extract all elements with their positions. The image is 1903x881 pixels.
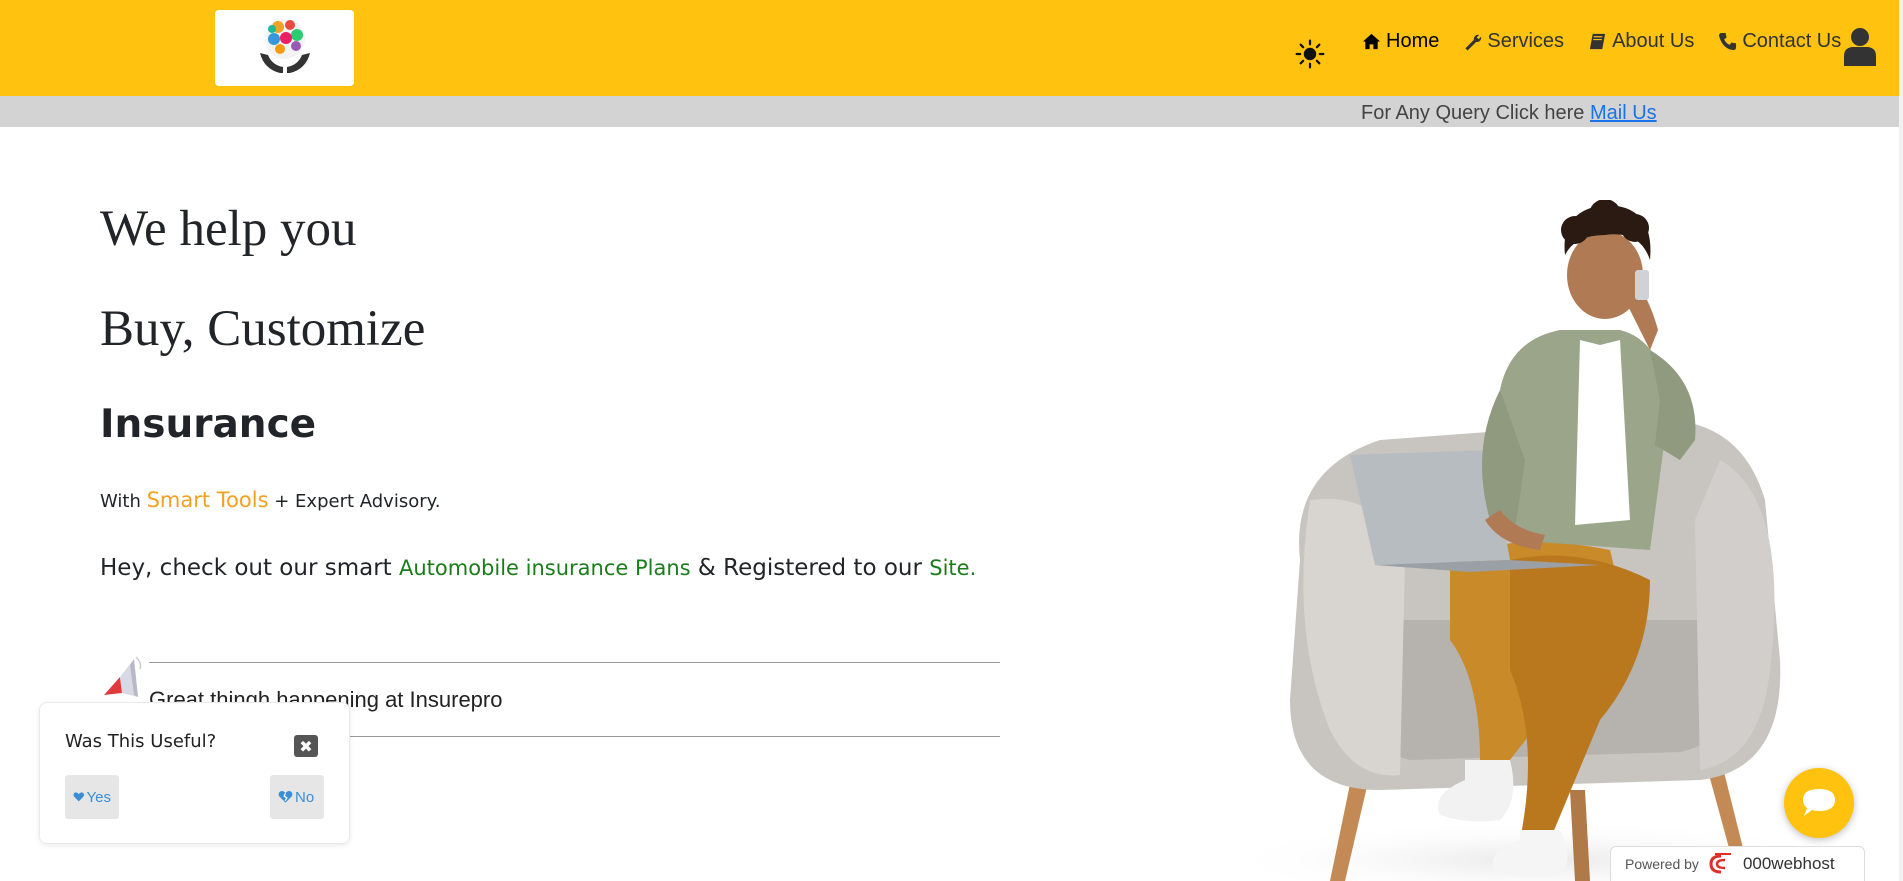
hero-heading-line2: Buy, Customize xyxy=(100,301,426,357)
promo-mid: & Registered to our xyxy=(690,555,930,581)
site-logo[interactable] xyxy=(215,10,354,86)
nav-contact[interactable]: Contact Us xyxy=(1718,30,1841,53)
megaphone-icon xyxy=(104,656,142,697)
main-nav: Home Services About Us Contact Us xyxy=(1362,30,1841,53)
hero-tagline: With Smart Tools + Expert Advisory. xyxy=(100,488,440,512)
tagline-pre: With xyxy=(100,491,147,512)
feedback-no-button[interactable]: No xyxy=(270,775,324,819)
sun-icon xyxy=(1295,39,1325,69)
nav-about[interactable]: About Us xyxy=(1588,30,1694,53)
broken-heart-icon xyxy=(278,790,293,803)
user-icon[interactable] xyxy=(1843,26,1877,66)
theme-toggle-button[interactable] xyxy=(1292,36,1328,72)
automobile-plans-link[interactable]: Automobile insurance Plans xyxy=(399,556,691,580)
nav-home[interactable]: Home xyxy=(1362,30,1439,53)
hero-illustration xyxy=(1210,200,1870,881)
query-text: For Any Query Click here Mail Us xyxy=(1361,102,1657,125)
nav-about-label: About Us xyxy=(1612,30,1695,52)
nav-services[interactable]: Services xyxy=(1463,30,1564,53)
nav-services-label: Services xyxy=(1487,30,1565,52)
nav-home-label: Home xyxy=(1386,30,1440,52)
smart-tools-highlight: Smart Tools xyxy=(146,488,269,512)
feedback-yes-button[interactable]: Yes xyxy=(65,775,119,819)
chat-button[interactable] xyxy=(1784,768,1854,838)
feedback-no-label: No xyxy=(295,788,315,806)
promo-pre: Hey, check out our smart xyxy=(100,555,399,581)
query-text-label: For Any Query Click here xyxy=(1361,102,1590,124)
site-link[interactable]: Site. xyxy=(929,556,976,580)
home-icon xyxy=(1362,33,1381,50)
mail-us-link[interactable]: Mail Us xyxy=(1590,102,1657,124)
insurance-hands-logo-icon xyxy=(259,19,310,73)
tagline-post: + Expert Advisory. xyxy=(268,491,441,512)
phone-icon xyxy=(1719,32,1737,51)
hero-heading-line3: Insurance xyxy=(100,402,317,447)
000webhost-logo-icon xyxy=(1709,853,1731,874)
hero-promo: Hey, check out our smart Automobile insu… xyxy=(100,555,976,581)
powered-label: Powered by xyxy=(1625,856,1699,872)
close-icon[interactable]: ✖ xyxy=(294,735,318,757)
chat-bubble-icon xyxy=(1803,789,1835,816)
wrench-icon xyxy=(1465,34,1482,51)
powered-brand: 000webhost xyxy=(1742,854,1835,873)
nav-contact-label: Contact Us xyxy=(1742,30,1842,52)
feedback-yes-label: Yes xyxy=(86,788,111,806)
page-scrollbar[interactable] xyxy=(1899,0,1903,881)
book-icon xyxy=(1589,33,1606,50)
feedback-title: Was This Useful? xyxy=(65,731,217,752)
hero-heading-line1: We help you xyxy=(100,201,357,257)
top-header: Home Services About Us Contact Us xyxy=(0,0,1899,96)
powered-by-badge[interactable]: Powered by 000webhost xyxy=(1610,846,1865,881)
feedback-card: Was This Useful? ✖ Yes No xyxy=(39,702,350,844)
heart-icon xyxy=(73,792,85,802)
